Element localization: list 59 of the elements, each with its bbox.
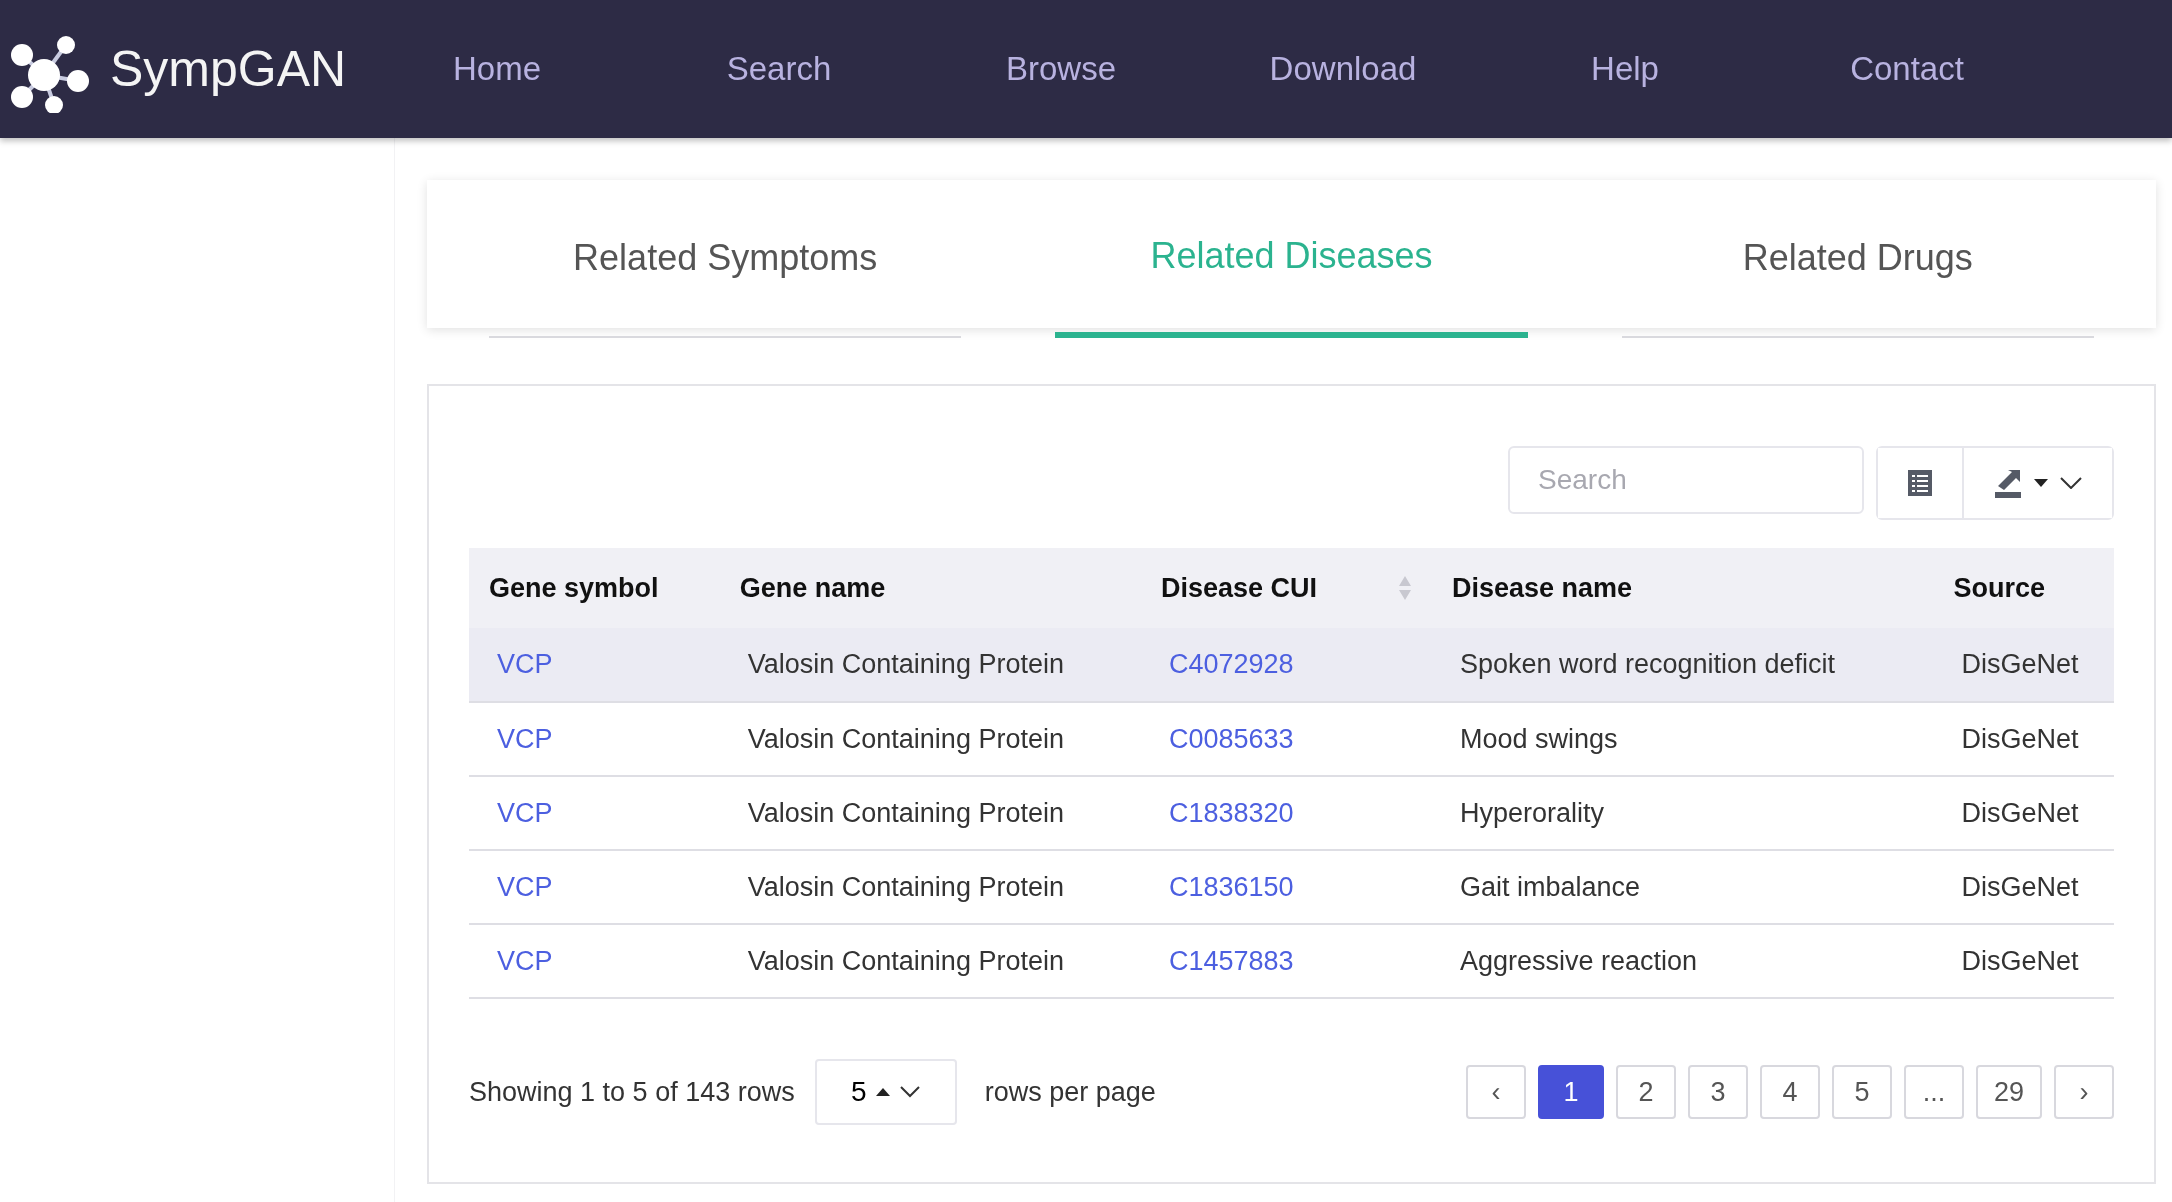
table-cell: DisGeNet	[1933, 776, 2114, 850]
page-button[interactable]: ›	[2054, 1065, 2114, 1119]
tab[interactable]: Related Drugs	[1621, 180, 2094, 338]
rows-summary: Showing 1 to 5 of 143 rows	[469, 1076, 795, 1108]
page-button[interactable]: 29	[1975, 1065, 2042, 1119]
table-cell: DisGeNet	[1933, 702, 2114, 776]
tab[interactable]: Related Symptoms	[489, 180, 962, 338]
page-button[interactable]: 2	[1615, 1065, 1676, 1119]
table-cell: Valosin Containing Protein	[719, 850, 1141, 924]
table-cell: DisGeNet	[1933, 628, 2114, 702]
caret-icon	[876, 1088, 891, 1096]
chevron-down-icon	[2060, 477, 2082, 489]
search-field[interactable]: Search	[1508, 446, 1864, 514]
disease-cui-link[interactable]: C1836150	[1169, 871, 1294, 902]
nav-link[interactable]: Help	[1484, 50, 1766, 88]
page-button[interactable]: ...	[1903, 1065, 1964, 1119]
table-cell: Gait imbalance	[1431, 850, 1934, 924]
gene-link[interactable]: VCP	[497, 871, 553, 902]
nav-link[interactable]: Browse	[920, 50, 1202, 88]
caret-icon	[2034, 479, 2048, 487]
disease-cui-link[interactable]: C0085633	[1169, 723, 1294, 754]
column-header: Gene symbol	[469, 548, 720, 628]
disease-cui-link[interactable]: C1457883	[1169, 945, 1294, 976]
page-size-select[interactable]: 5	[814, 1059, 957, 1125]
table-cell: DisGeNet	[1933, 924, 2114, 998]
column-header: Gene name	[719, 548, 1141, 628]
disease-cui-link[interactable]: C1838320	[1169, 797, 1294, 828]
gene-link[interactable]: VCP	[497, 649, 553, 679]
page-button[interactable]: 3	[1687, 1065, 1748, 1119]
nav-link[interactable]: Download	[1202, 50, 1484, 88]
page-button[interactable]: 4	[1759, 1065, 1820, 1119]
gene-link[interactable]: VCP	[497, 797, 553, 828]
table-cell: Valosin Containing Protein	[719, 924, 1141, 998]
list-icon	[1907, 469, 1933, 497]
page-size-label: rows per page	[984, 1076, 1156, 1108]
column-header: Disease name	[1431, 548, 1934, 628]
table-cell: Valosin Containing Protein	[719, 702, 1141, 776]
nav-link[interactable]: Contact	[1766, 50, 2048, 88]
page-button[interactable]: ‹	[1465, 1065, 1526, 1119]
column-header[interactable]: Disease CUI	[1141, 548, 1432, 628]
column-header: Source	[1933, 548, 2114, 628]
table-cell: Hyperorality	[1431, 776, 1934, 850]
table-cell: Spoken word recognition deficit	[1431, 628, 1934, 702]
table-cell: Mood swings	[1431, 702, 1934, 776]
nav-link[interactable]: Home	[356, 50, 638, 88]
export-icon	[1994, 468, 2022, 498]
page-button[interactable]: 1	[1537, 1065, 1604, 1119]
page-button[interactable]: 5	[1831, 1065, 1892, 1119]
table-cell: Aggressive reaction	[1431, 924, 1934, 998]
chevron-down-icon	[900, 1086, 921, 1098]
brand-name[interactable]: SympGAN	[110, 40, 347, 98]
table-cell: Valosin Containing Protein	[719, 776, 1141, 850]
nav-link[interactable]: Search	[638, 50, 920, 88]
table-cell: Valosin Containing Protein	[719, 628, 1141, 702]
table-cell: DisGeNet	[1933, 850, 2114, 924]
disease-cui-link[interactable]: C4072928	[1169, 649, 1294, 679]
export-button[interactable]	[1962, 448, 2112, 518]
gene-link[interactable]: VCP	[497, 945, 553, 976]
gene-link[interactable]: VCP	[497, 723, 553, 754]
